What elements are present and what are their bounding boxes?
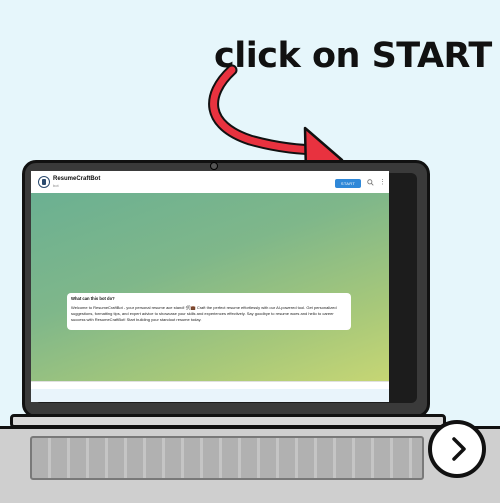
next-button[interactable] bbox=[428, 420, 486, 478]
bot-avatar[interactable] bbox=[38, 176, 50, 188]
laptop-keyboard bbox=[30, 436, 424, 480]
screen-bottom-strip bbox=[31, 389, 389, 402]
more-vertical-icon[interactable]: ⋮ bbox=[379, 179, 386, 187]
chat-background: What can this bot do? Welcome to ResumeC… bbox=[31, 193, 389, 381]
bot-name[interactable]: ResumeCraftBot bbox=[53, 176, 100, 182]
headline: click on START bbox=[214, 36, 492, 76]
chat-header: ResumeCraftBot bot START ⋮ bbox=[31, 171, 389, 194]
bot-description-message: What can this bot do? Welcome to ResumeC… bbox=[67, 293, 351, 330]
chevron-right-icon bbox=[452, 437, 466, 461]
message-body: Welcome to ResumeCraftBot - your persona… bbox=[71, 305, 337, 322]
message-title: What can this bot do? bbox=[71, 296, 115, 301]
search-icon[interactable] bbox=[367, 179, 374, 186]
bot-subtitle: bot bbox=[53, 183, 59, 188]
start-button[interactable]: START bbox=[335, 179, 361, 188]
laptop-screen: ResumeCraftBot bot START ⋮ What can this… bbox=[31, 171, 389, 402]
webcam bbox=[210, 162, 218, 170]
